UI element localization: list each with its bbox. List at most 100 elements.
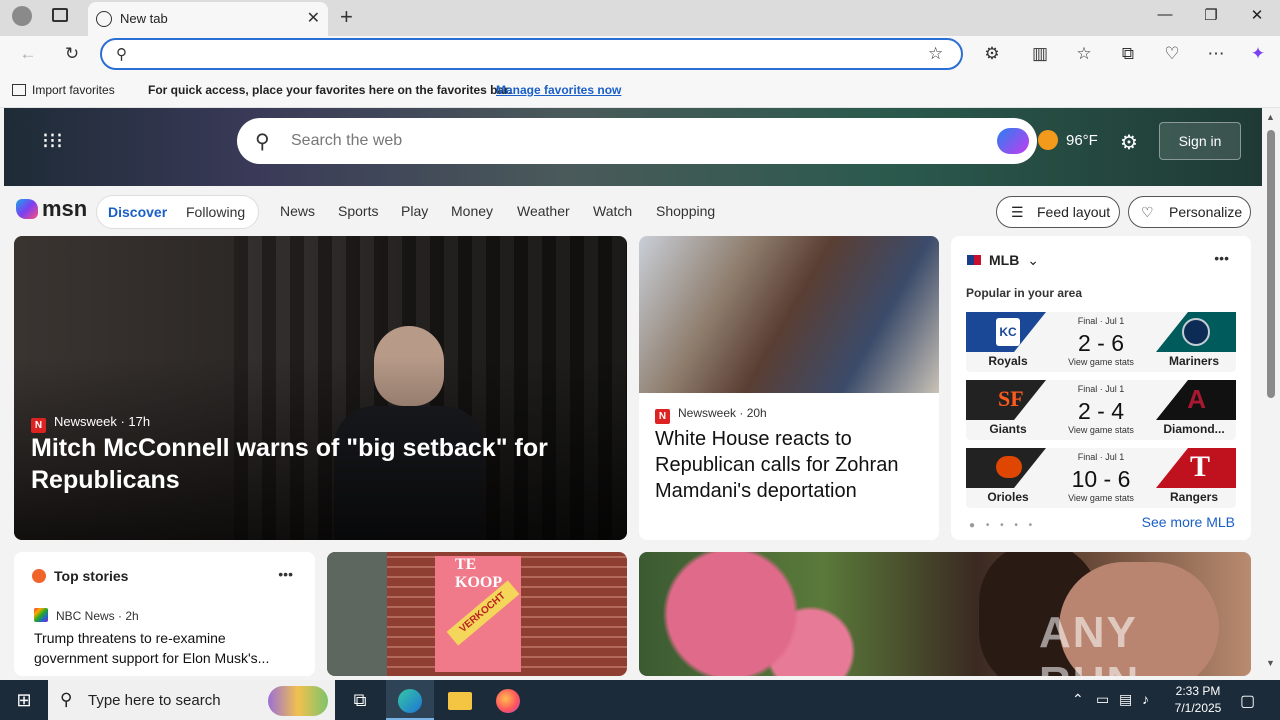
taskbar-clock[interactable]: 2:33 PM 7/1/2025	[1168, 683, 1228, 717]
apps-grid-icon[interactable]: ⁝⁝⁝	[42, 130, 64, 152]
more-options-icon[interactable]: •••	[1214, 250, 1229, 266]
popular-label: Popular in your area	[966, 286, 1083, 300]
feed-toggle: Discover Following	[96, 195, 259, 229]
nav-shopping[interactable]: Shopping	[656, 203, 715, 219]
notifications-icon[interactable]: ▢	[1240, 691, 1255, 711]
story-source[interactable]: N Newsweek · 20h	[655, 406, 767, 424]
copilot-icon[interactable]: ✦	[1246, 44, 1270, 64]
game-score: 10 - 6	[1071, 466, 1131, 492]
manage-favorites-link[interactable]: Manage favorites now	[496, 83, 621, 97]
tab-following[interactable]: Following	[186, 204, 245, 220]
meet-now-icon[interactable]: ▭	[1096, 691, 1109, 708]
file-explorer-icon[interactable]	[436, 680, 484, 720]
game-row[interactable]: KC Final · Jul 1 2 - 6 View game stats R…	[966, 312, 1236, 372]
profile-icon[interactable]	[12, 6, 32, 26]
game-stats-link[interactable]: View game stats	[1050, 493, 1152, 503]
feature-time: · 17h	[120, 414, 151, 429]
sign-in-button[interactable]: Sign in	[1159, 122, 1241, 160]
nav-play[interactable]: Play	[401, 203, 428, 219]
feature-story-card[interactable]: N Newsweek · 17h Mitch McConnell warns of…	[14, 236, 627, 540]
mlb-logo-icon	[967, 255, 981, 265]
restore-icon[interactable]: ❐	[1196, 6, 1226, 30]
nav-weather[interactable]: Weather	[517, 203, 570, 219]
minimize-icon[interactable]: —	[1150, 6, 1180, 30]
taskbar-search[interactable]: ⚲ Type here to search	[48, 680, 335, 720]
top-story-headline[interactable]: Trump threatens to re-examine government…	[34, 628, 296, 668]
nav-news[interactable]: News	[280, 203, 315, 219]
windows-taskbar: ⊞ ⚲ Type here to search ⧉ ⌃ ▭ ▤ ♪ 2:33 P…	[0, 680, 1280, 720]
refresh-icon[interactable]: ↻	[60, 44, 84, 64]
top-story-source[interactable]: NBC News · 2h	[34, 608, 139, 623]
wide-story-card[interactable]: ANY RUN	[639, 552, 1251, 676]
volume-icon[interactable]: ♪	[1142, 691, 1149, 707]
nav-money[interactable]: Money	[451, 203, 493, 219]
watermark: ANY RUN	[1039, 608, 1138, 676]
top-stories-title[interactable]: Top stories	[54, 568, 128, 584]
search-box[interactable]: ⚲	[237, 118, 1037, 164]
sun-icon	[1038, 130, 1058, 150]
firefox-icon[interactable]	[484, 680, 532, 720]
game-score: 2 - 4	[1077, 398, 1125, 424]
personalize-button[interactable]: ♡ Personalize	[1128, 196, 1251, 228]
game-stats-link[interactable]: View game stats	[1050, 425, 1152, 435]
personalize-label: Personalize	[1169, 204, 1243, 220]
import-favorites-button[interactable]: Import favorites	[12, 83, 115, 97]
msn-logo-text: msn	[42, 196, 88, 221]
tab-discover[interactable]: Discover	[108, 204, 167, 220]
feed-layout-button[interactable]: ☰ Feed layout	[996, 196, 1120, 228]
tab-new-tab[interactable]: New tab ✕	[88, 2, 328, 36]
show-hidden-icons-icon[interactable]: ⌃	[1072, 691, 1084, 708]
scroll-up-icon[interactable]: ▲	[1266, 112, 1275, 122]
msn-logo[interactable]: msn	[16, 196, 87, 222]
split-screen-icon[interactable]: ▥	[1028, 44, 1052, 64]
feature-headline[interactable]: Mitch McConnell warns of "big setback" f…	[31, 432, 591, 496]
sliders-icon: ☰	[1011, 204, 1024, 220]
feature-source[interactable]: N Newsweek · 17h	[31, 414, 150, 433]
game-stats-link[interactable]: View game stats	[1050, 357, 1152, 367]
start-button[interactable]: ⊞	[0, 680, 48, 720]
story-card[interactable]: N Newsweek · 20h White House reacts to Re…	[639, 236, 939, 540]
network-icon[interactable]: ▤	[1119, 691, 1132, 708]
story-headline[interactable]: White House reacts to Republican calls f…	[655, 426, 925, 504]
task-view-icon[interactable]: ⧉	[336, 680, 384, 720]
nav-sports[interactable]: Sports	[338, 203, 378, 219]
game-row[interactable]: T Final · Jul 1 10 - 6 View game stats O…	[966, 448, 1236, 508]
more-options-icon[interactable]: •••	[278, 566, 293, 582]
search-icon: ⚲	[116, 46, 127, 63]
story-source-name: Newsweek	[678, 406, 737, 420]
new-tab-icon[interactable]: +	[340, 4, 353, 30]
nav-watch[interactable]: Watch	[593, 203, 632, 219]
close-tab-icon[interactable]: ✕	[307, 8, 320, 28]
image-story-card[interactable]: TE KOOP VERKOCHT	[327, 552, 627, 676]
extensions-icon[interactable]: ⚙	[980, 44, 1004, 64]
close-window-icon[interactable]: ✕	[1242, 6, 1272, 30]
msn-butterfly-icon	[16, 199, 38, 219]
scroll-thumb[interactable]	[1267, 130, 1275, 398]
browser-essentials-icon[interactable]: ♡	[1160, 44, 1184, 64]
favorite-star-icon[interactable]: ☆	[928, 44, 943, 64]
newsweek-logo-icon: N	[31, 418, 46, 433]
mlb-header[interactable]: MLB ⌄	[967, 252, 1039, 269]
tab-actions-icon[interactable]	[52, 8, 68, 22]
collections-icon[interactable]: ⧉	[1116, 44, 1140, 64]
story-time: · 20h	[739, 406, 767, 420]
window-photo	[327, 552, 387, 676]
more-icon[interactable]: ⋯	[1204, 44, 1228, 64]
page-scrollbar[interactable]: ▲ ▼	[1262, 108, 1280, 676]
address-bar[interactable]: ⚲ ☆	[100, 38, 963, 70]
back-icon[interactable]: ←	[16, 44, 40, 64]
scroll-down-icon[interactable]: ▼	[1266, 658, 1275, 668]
giants-logo-icon: SF	[998, 386, 1024, 411]
top-story-source-name: NBC News	[56, 609, 115, 623]
feature-source-name: Newsweek	[54, 414, 117, 429]
bing-chat-icon[interactable]	[997, 128, 1029, 154]
game-row[interactable]: SF A Final · Jul 1 2 - 4 View game stats…	[966, 380, 1236, 440]
pagination-dots[interactable]: ● • • • •	[969, 520, 1036, 531]
favorites-icon[interactable]: ☆	[1072, 44, 1096, 64]
edge-taskbar-icon[interactable]	[386, 680, 434, 720]
header-banner: ⁝⁝⁝ ⚲ 96°F ⚙ Sign in	[4, 108, 1262, 186]
see-more-mlb-link[interactable]: See more MLB	[1142, 514, 1235, 530]
search-input[interactable]	[291, 128, 981, 154]
settings-gear-icon[interactable]: ⚙	[1120, 130, 1138, 155]
away-team: Diamond...	[1163, 422, 1225, 436]
